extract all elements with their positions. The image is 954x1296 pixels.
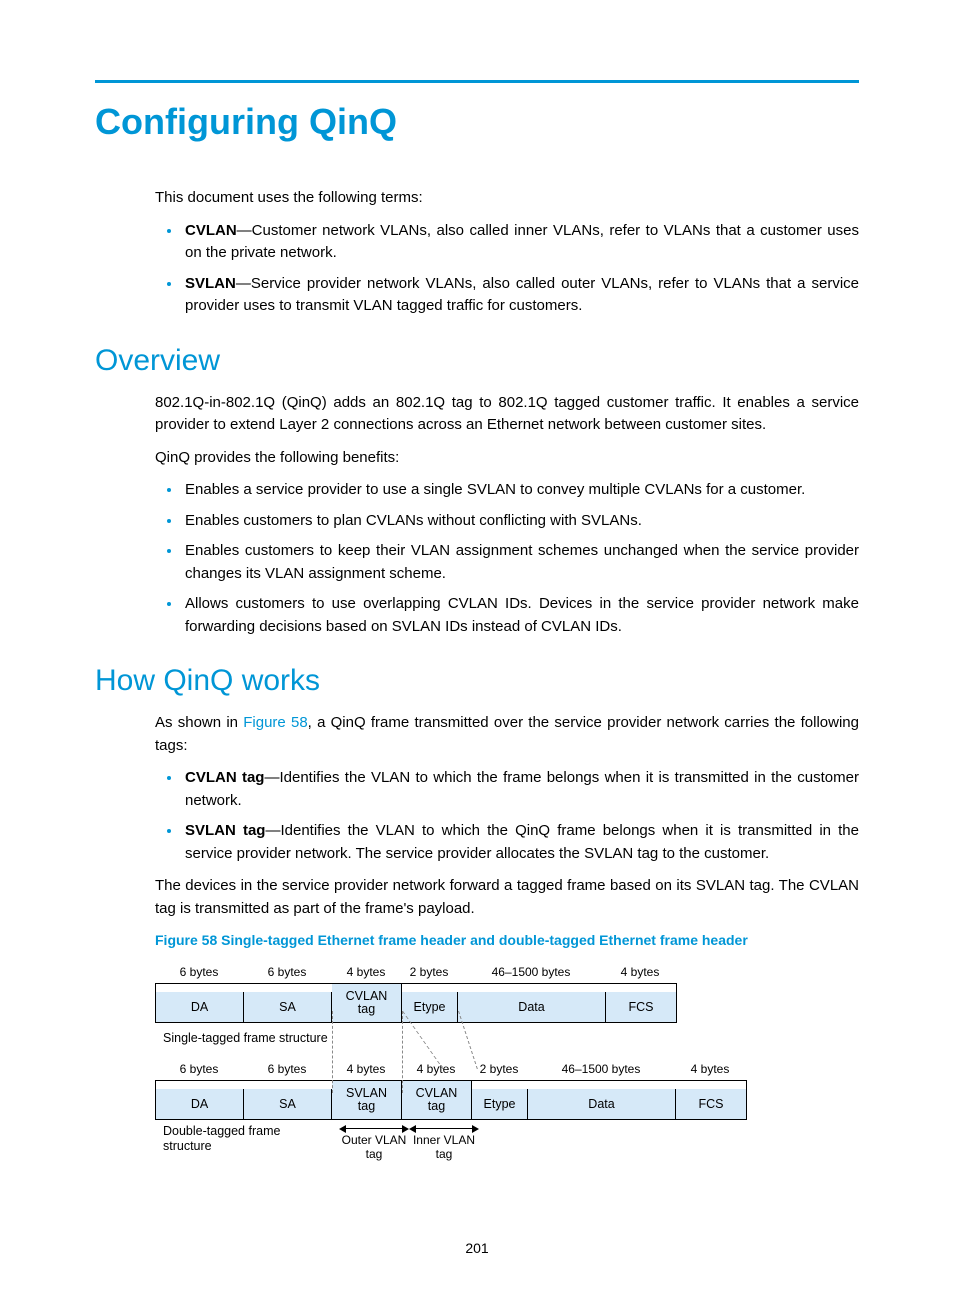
field-box: FCS bbox=[676, 1089, 746, 1120]
single-structure-label: Single-tagged frame structure bbox=[163, 1029, 859, 1048]
how-block: As shown in Figure 58, a QinQ frame tran… bbox=[155, 712, 859, 1162]
size-label: 2 bytes bbox=[471, 1060, 527, 1080]
field-box: Data bbox=[458, 992, 606, 1023]
benefits-list: Enables a service provider to use a sing… bbox=[155, 479, 859, 638]
inner-arrow-cell: Inner VLAN tag bbox=[409, 1124, 479, 1162]
field-box: Etype bbox=[472, 1089, 528, 1120]
top-rule bbox=[95, 80, 859, 83]
list-item: CVLAN tag—Identifies the VLAN to which t… bbox=[155, 767, 859, 812]
term-name: SVLAN bbox=[185, 275, 236, 292]
field-box: SA bbox=[244, 1089, 332, 1120]
field-box: DA bbox=[156, 992, 244, 1023]
field-box: FCS bbox=[606, 992, 676, 1023]
field-box: SVLANtag bbox=[332, 1081, 402, 1119]
field-box: CVLANtag bbox=[402, 1081, 472, 1119]
size-label: 4 bytes bbox=[331, 963, 401, 983]
field-box: Data bbox=[528, 1089, 676, 1120]
size-label: 4 bytes bbox=[675, 1060, 745, 1080]
list-item: Enables customers to keep their VLAN ass… bbox=[155, 540, 859, 585]
size-label: 46–1500 bytes bbox=[527, 1060, 675, 1080]
size-label: 4 bytes bbox=[331, 1060, 401, 1080]
field-box: CVLANtag bbox=[332, 984, 402, 1022]
how-p2: The devices in the service provider netw… bbox=[155, 875, 859, 920]
double-structure-label: Double-tagged framestructure bbox=[155, 1124, 339, 1162]
tag-name: SVLAN tag bbox=[185, 822, 265, 839]
size-label: 4 bytes bbox=[401, 1060, 471, 1080]
single-fields-row: DA SA CVLANtag Etype Data FCS bbox=[155, 983, 677, 1023]
size-label: 6 bytes bbox=[243, 1060, 331, 1080]
list-item: Enables customers to plan CVLANs without… bbox=[155, 510, 859, 533]
size-label: 46–1500 bytes bbox=[457, 963, 605, 983]
size-label: 6 bytes bbox=[243, 963, 331, 983]
term-desc: —Customer network VLANs, also called inn… bbox=[185, 222, 859, 262]
section-heading-how: How QinQ works bbox=[95, 664, 859, 698]
intro-text: This document uses the following terms: bbox=[155, 187, 859, 210]
field-box: DA bbox=[156, 1089, 244, 1120]
size-label: 4 bytes bbox=[605, 963, 675, 983]
term-name: CVLAN bbox=[185, 222, 237, 239]
intro-block: This document uses the following terms: … bbox=[155, 187, 859, 318]
text-span: As shown in bbox=[155, 714, 243, 731]
overview-p1: 802.1Q-in-802.1Q (QinQ) adds an 802.1Q t… bbox=[155, 392, 859, 437]
double-sizes-row: 6 bytes 6 bytes 4 bytes 4 bytes 2 bytes … bbox=[155, 1060, 859, 1080]
page-number: 201 bbox=[0, 1240, 954, 1256]
tag-desc: —Identifies the VLAN to which the frame … bbox=[185, 769, 859, 809]
figure-diagram: 6 bytes 6 bytes 4 bytes 2 bytes 46–1500 … bbox=[155, 963, 859, 1162]
tags-list: CVLAN tag—Identifies the VLAN to which t… bbox=[155, 767, 859, 865]
term-desc: —Service provider network VLANs, also ca… bbox=[185, 275, 859, 315]
single-sizes-row: 6 bytes 6 bytes 4 bytes 2 bytes 46–1500 … bbox=[155, 963, 859, 983]
figure-caption: Figure 58 Single-tagged Ethernet frame h… bbox=[155, 930, 859, 951]
field-box: SA bbox=[244, 992, 332, 1023]
overview-p2: QinQ provides the following benefits: bbox=[155, 447, 859, 470]
inner-vlan-label: Inner VLAN tag bbox=[409, 1134, 479, 1162]
document-page: Configuring QinQ This document uses the … bbox=[0, 0, 954, 1296]
tag-desc: —Identifies the VLAN to which the QinQ f… bbox=[185, 822, 859, 862]
figure-link[interactable]: Figure 58 bbox=[243, 714, 307, 731]
list-item: SVLAN—Service provider network VLANs, al… bbox=[155, 273, 859, 318]
page-title: Configuring QinQ bbox=[95, 101, 859, 143]
overview-block: 802.1Q-in-802.1Q (QinQ) adds an 802.1Q t… bbox=[155, 392, 859, 639]
size-label: 2 bytes bbox=[401, 963, 457, 983]
tag-name: CVLAN tag bbox=[185, 769, 264, 786]
terms-list: CVLAN—Customer network VLANs, also calle… bbox=[155, 220, 859, 318]
list-item: Enables a service provider to use a sing… bbox=[155, 479, 859, 502]
list-item: Allows customers to use overlapping CVLA… bbox=[155, 593, 859, 638]
list-item: SVLAN tag—Identifies the VLAN to which t… bbox=[155, 820, 859, 865]
field-box: Etype bbox=[402, 992, 458, 1023]
list-item: CVLAN—Customer network VLANs, also calle… bbox=[155, 220, 859, 265]
section-heading-overview: Overview bbox=[95, 344, 859, 378]
outer-vlan-label: Outer VLAN tag bbox=[339, 1134, 409, 1162]
size-label: 6 bytes bbox=[155, 963, 243, 983]
bottom-labels-row: Double-tagged framestructure Outer VLAN … bbox=[155, 1124, 859, 1162]
double-fields-row: DA SA SVLANtag CVLANtag Etype Data FCS bbox=[155, 1080, 747, 1120]
outer-arrow-cell: Outer VLAN tag bbox=[339, 1124, 409, 1162]
how-p1: As shown in Figure 58, a QinQ frame tran… bbox=[155, 712, 859, 757]
size-label: 6 bytes bbox=[155, 1060, 243, 1080]
